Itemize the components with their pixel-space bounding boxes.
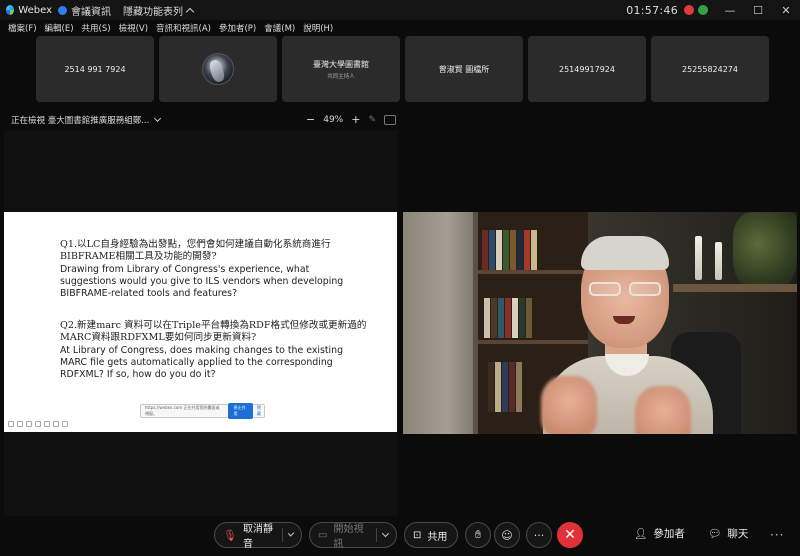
chat-bubble-icon: 💬︎: [708, 528, 722, 540]
chevron-down-icon[interactable]: [287, 530, 295, 537]
slide-tool-icon[interactable]: [35, 421, 41, 427]
emoji-icon: ☺: [501, 528, 513, 542]
menu-share[interactable]: 共用(S): [82, 22, 111, 34]
start-video-label: 開始視訊: [333, 524, 364, 550]
stop-sharing-button[interactable]: 停止共用: [228, 403, 253, 419]
info-icon: [58, 5, 67, 15]
participant-name: 2514 991 7924: [64, 64, 126, 74]
unmute-button[interactable]: 🎙︎ 取消靜音: [214, 522, 302, 550]
question-1-chinese: Q1.以LC自身經驗為出發點，您們會如何建議自動化系統商進行BIBFRAME相關…: [60, 239, 331, 263]
menu-bar: 檔案(F) 編輯(E) 共用(S) 檢視(V) 音訊和視訊(A) 參加者(P) …: [0, 20, 800, 36]
zoom-level: 49%: [323, 115, 344, 125]
question-1-english: Drawing from Library of Congress's exper…: [60, 263, 344, 300]
participants-label: 參加者: [653, 528, 685, 540]
hide-menu-button[interactable]: 隱藏功能表列: [123, 3, 195, 18]
hand-icon: ✋︎: [474, 528, 482, 541]
meeting-clock: 01:57:46: [626, 3, 678, 17]
participant-tile[interactable]: 曾淑賢 圖檔所: [405, 36, 523, 102]
slide-toolbar: [8, 421, 68, 427]
shared-slide: Q1.以LC自身經驗為出發點，您們會如何建議自動化系統商進行BIBFRAME相關…: [4, 212, 397, 432]
person-icon: 👤︎: [634, 528, 648, 540]
chevron-down-icon: [154, 114, 162, 123]
meeting-info-label: 會議資訊: [71, 6, 111, 18]
menu-edit[interactable]: 編輯(E): [45, 22, 74, 34]
participant-tile[interactable]: [159, 36, 277, 102]
share-toolbar: 正在檢視 臺大圖書館推廣服務組鄭... − 49% + ✎: [0, 112, 800, 128]
slide-tool-icon[interactable]: [26, 421, 32, 427]
participant-tile[interactable]: 25149917924: [528, 36, 646, 102]
close-icon: ✕: [564, 527, 576, 543]
share-label: 共用: [427, 531, 448, 543]
slide-tool-icon[interactable]: [44, 421, 50, 427]
pop-out-icon[interactable]: [384, 115, 396, 125]
slide-tool-icon[interactable]: [17, 421, 23, 427]
sharing-notification: https://webex.com 正在共用您的畫面或視窗。 停止共用 隱藏: [140, 403, 265, 419]
speaker-figure: [541, 236, 713, 434]
overflow-menu-icon[interactable]: ···: [770, 528, 784, 542]
app-title: Webex: [18, 4, 52, 16]
share-button[interactable]: ⊡ 共用: [404, 522, 458, 548]
participant-tile[interactable]: 25255824274: [651, 36, 769, 102]
question-2-chinese: Q2.新建marc 資料可以在Triple平台轉換為RDF格式但修改或更新過的M…: [60, 320, 367, 344]
participants-panel-button[interactable]: 👤︎ 參加者: [634, 526, 685, 541]
reactions-button[interactable]: ☺: [494, 522, 520, 548]
slide-tool-icon[interactable]: [62, 421, 68, 427]
participant-name: 25149917924: [559, 64, 615, 74]
close-button[interactable]: ✕: [772, 0, 800, 20]
chat-label: 聊天: [727, 528, 749, 540]
hide-menu-label: 隱藏功能表列: [123, 6, 183, 18]
hide-notification-link[interactable]: 隱藏: [257, 405, 264, 417]
slide-tool-icon[interactable]: [53, 421, 59, 427]
sharing-notification-text: https://webex.com 正在共用您的畫面或視窗。: [145, 405, 220, 416]
chevron-up-icon: [185, 7, 195, 16]
share-screen-icon: ⊡: [413, 529, 422, 541]
slide-question-1: Q1.以LC自身經驗為出發點，您們會如何建議自動化系統商進行BIBFRAME相關…: [60, 239, 365, 300]
annotate-icon[interactable]: ✎: [368, 115, 376, 125]
chevron-down-icon[interactable]: [382, 530, 390, 537]
video-background-door: [403, 212, 478, 434]
share-source-label: 正在檢視 臺大圖書館推廣服務組鄭...: [11, 116, 150, 126]
leave-meeting-button[interactable]: ✕: [557, 522, 583, 548]
speaker-video[interactable]: [403, 212, 797, 434]
more-options-label: ···: [533, 528, 545, 542]
meeting-info-button[interactable]: 會議資訊: [58, 3, 111, 18]
microphone-off-icon: 🎙︎: [223, 528, 237, 542]
menu-participants[interactable]: 參加者(P): [219, 22, 256, 34]
video-off-icon: ▭: [318, 529, 328, 541]
webex-logo-icon: [6, 5, 15, 15]
recording-icon: [684, 5, 694, 15]
menu-audio-video[interactable]: 音訊和視訊(A): [156, 22, 211, 34]
more-options-button[interactable]: ···: [526, 522, 552, 548]
menu-help[interactable]: 說明(H): [303, 22, 333, 34]
participant-role: 共同主持人: [327, 73, 355, 80]
title-bar: Webex 會議資訊 隱藏功能表列 01:57:46 — ☐ ✕: [0, 0, 800, 20]
menu-file[interactable]: 檔案(F): [8, 22, 37, 34]
share-source-dropdown[interactable]: 正在檢視 臺大圖書館推廣服務組鄭...: [11, 114, 162, 126]
security-icon[interactable]: [698, 5, 708, 15]
slide-question-2: Q2.新建marc 資料可以在Triple平台轉換為RDF格式但修改或更新過的M…: [60, 320, 370, 381]
menu-view[interactable]: 檢視(V): [119, 22, 148, 34]
participant-strip: 2514 991 7924 臺灣大學圖書館 共同主持人 曾淑賢 圖檔所 2514…: [36, 36, 769, 102]
participant-name: 25255824274: [682, 64, 738, 74]
unmute-label: 取消靜音: [242, 524, 273, 550]
menu-meeting[interactable]: 會議(M): [264, 22, 295, 34]
chat-panel-button[interactable]: 💬︎ 聊天: [708, 526, 748, 541]
zoom-controls: − 49% + ✎: [306, 114, 396, 125]
raise-hand-button[interactable]: ✋︎: [465, 522, 491, 548]
start-video-button[interactable]: ▭ 開始視訊: [309, 522, 397, 550]
zoom-out-button[interactable]: −: [306, 114, 315, 125]
participant-name: 臺灣大學圖書館: [313, 59, 369, 69]
zoom-in-button[interactable]: +: [351, 114, 360, 125]
app-logo: Webex: [0, 5, 52, 16]
participant-name: 曾淑賢 圖檔所: [438, 64, 490, 74]
meeting-controls: 🎙︎ 取消靜音 ▭ 開始視訊 ⊡ 共用 ✋︎ ☺ ··· ✕ 👤︎ 參加者 💬︎…: [0, 520, 800, 550]
maximize-button[interactable]: ☐: [744, 0, 772, 20]
minimize-button[interactable]: —: [716, 0, 744, 20]
slide-tool-icon[interactable]: [8, 421, 14, 427]
question-2-english: At Library of Congress, does making chan…: [60, 344, 344, 381]
participant-tile[interactable]: 臺灣大學圖書館 共同主持人: [282, 36, 400, 102]
participant-tile[interactable]: 2514 991 7924: [36, 36, 154, 102]
video-background-plant: [733, 212, 797, 292]
avatar: [202, 53, 234, 85]
